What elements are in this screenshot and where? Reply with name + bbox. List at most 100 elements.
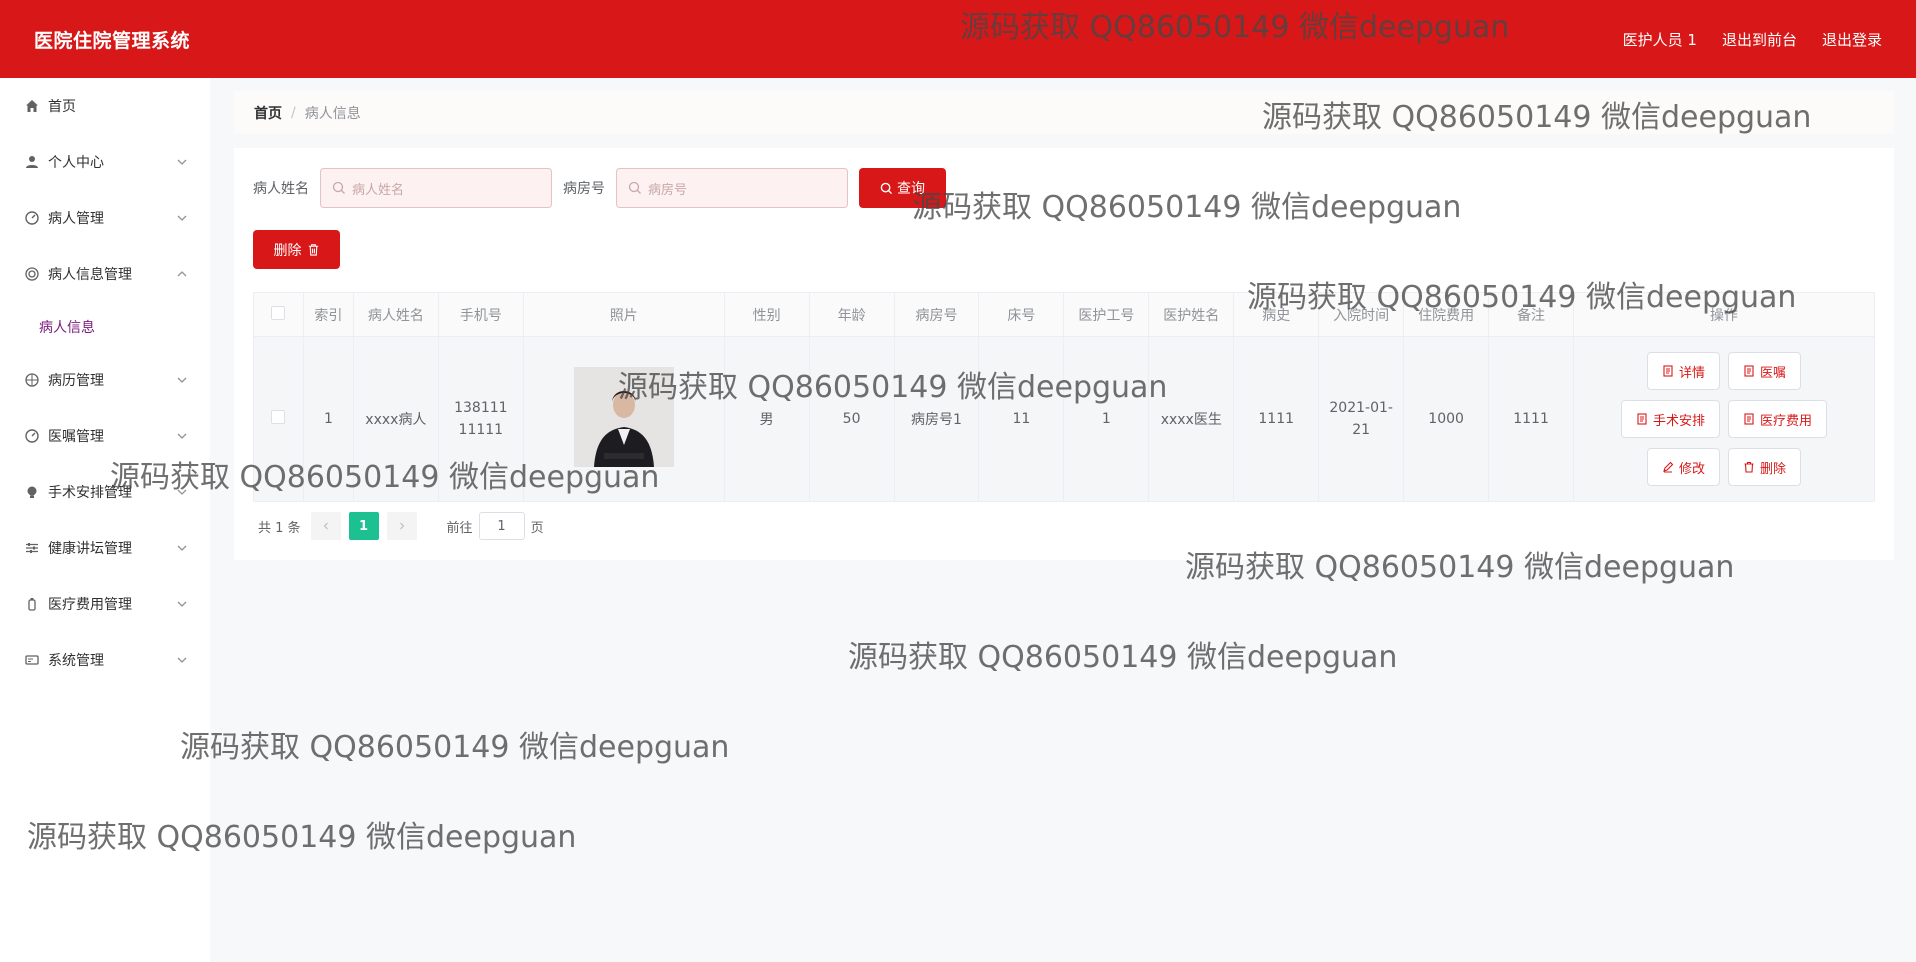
document-icon [1637, 413, 1647, 425]
batch-delete-button[interactable]: 删除 [253, 230, 340, 269]
sidebar-subitem-patient-info[interactable]: 病人信息 [0, 302, 210, 352]
surgery-arrange-button-label: 手术安排 [1653, 413, 1706, 429]
search-icon [332, 181, 345, 194]
table-header-row: 索引 病人姓名 手机号 照片 性别 年龄 病房号 床号 医护工号 医护姓名 病史… [253, 292, 1875, 337]
column-header[interactable]: 病史 [1233, 292, 1320, 337]
row-checkbox[interactable] [271, 410, 286, 424]
back-to-front-link[interactable]: 退出到前台 [1722, 29, 1797, 50]
content-card: 病人姓名 病人姓名 病房号 病房号 查询 删除 索引 病人姓名 手机号 照片 性… [234, 148, 1894, 560]
cell-note: 1111 [1488, 336, 1575, 502]
chevron-down-icon [177, 377, 187, 383]
user-icon [24, 154, 40, 170]
column-header[interactable]: 医护工号 [1063, 292, 1150, 337]
sidebar-item-home[interactable]: 首页 [0, 78, 210, 134]
goto-suffix: 页 [530, 520, 544, 536]
select-all-cell [253, 292, 304, 337]
pagination-total: 共 1 条 [258, 520, 301, 536]
column-header[interactable]: 病人姓名 [352, 292, 439, 337]
gauge-icon [24, 210, 40, 226]
name-search-input[interactable]: 病人姓名 [320, 168, 552, 208]
sidebar-item-patient-mgmt[interactable]: 病人管理 [0, 190, 210, 246]
gauge-icon [24, 428, 40, 444]
row-select-cell [253, 336, 304, 502]
actions-row: 详情 医嘱 [1647, 352, 1802, 390]
watermark-text: 源码获取 QQ86050149 微信deepguan [180, 730, 730, 765]
medical-order-button-label: 医嘱 [1760, 365, 1787, 381]
document-icon [1744, 413, 1754, 425]
search-icon [628, 181, 641, 194]
column-header[interactable]: 住院费用 [1403, 292, 1490, 337]
column-header[interactable]: 索引 [302, 292, 354, 337]
goto-page-input[interactable]: 1 [478, 512, 525, 540]
sidebar-item-surgery-mgmt[interactable]: 手术安排管理 [0, 464, 210, 520]
search-form: 病人姓名 病人姓名 病房号 病房号 查询 [253, 168, 946, 208]
table-row: 1 xxxx病人 13811111111 男 50 病房号1 11 1 xxxx… [253, 336, 1875, 502]
column-header[interactable]: 入院时间 [1318, 292, 1405, 337]
document-icon [1663, 365, 1673, 377]
patient-photo[interactable] [573, 367, 674, 467]
cell-staff-name: xxxx医生 [1148, 336, 1235, 502]
logout-link[interactable]: 退出登录 [1822, 29, 1882, 50]
cell-staff-id: 1 [1063, 336, 1150, 502]
sidebar-item-label: 个人中心 [48, 155, 104, 171]
column-header[interactable]: 手机号 [437, 292, 524, 337]
edit-button[interactable]: 修改 [1647, 448, 1721, 486]
cell-actions: 详情 医嘱 手术安排 医疗费用 修改 删除 [1573, 336, 1875, 502]
chevron-down-icon [177, 215, 187, 221]
name-search-placeholder: 病人姓名 [352, 182, 405, 198]
pagination: 共 1 条 1 前往 1 页 [258, 512, 544, 540]
goto-page: 前往 1 页 [447, 512, 544, 540]
medical-fee-button[interactable]: 医疗费用 [1728, 400, 1828, 438]
target-icon [24, 266, 40, 282]
column-header[interactable]: 病房号 [893, 292, 980, 337]
delete-row-button-label: 删除 [1760, 461, 1787, 477]
cell-room: 病房号1 [893, 336, 980, 502]
bulb-icon [24, 484, 40, 500]
sidebar-item-fee-mgmt[interactable]: 医疗费用管理 [0, 576, 210, 632]
column-header[interactable]: 照片 [522, 292, 725, 337]
bottle-icon [24, 596, 40, 612]
phone-text: 13811111111 [454, 400, 508, 438]
column-header[interactable]: 性别 [723, 292, 810, 337]
delete-row-button[interactable]: 删除 [1728, 448, 1802, 486]
chevron-down-icon [177, 545, 187, 551]
cell-fee: 1000 [1403, 336, 1490, 502]
chevron-down-icon [177, 657, 187, 663]
breadcrumb-home[interactable]: 首页 [254, 103, 282, 123]
sidebar-item-system-mgmt[interactable]: 系统管理 [0, 632, 210, 688]
cell-admit-date: 2021-01-21 [1318, 336, 1405, 502]
column-header[interactable]: 医护姓名 [1148, 292, 1235, 337]
chevron-left-icon [323, 522, 328, 530]
person-photo-icon [573, 367, 674, 467]
cell-bed: 11 [978, 336, 1065, 502]
sliders-icon [24, 540, 40, 556]
prev-page-button[interactable] [310, 512, 341, 540]
delete-button-label: 删除 [273, 242, 302, 259]
column-header[interactable]: 年龄 [808, 292, 895, 337]
next-page-button[interactable] [386, 512, 417, 540]
sidebar-item-label: 病人管理 [48, 211, 104, 227]
detail-button[interactable]: 详情 [1647, 352, 1721, 390]
medical-order-button[interactable]: 医嘱 [1728, 352, 1802, 390]
sidebar-item-orders-mgmt[interactable]: 医嘱管理 [0, 408, 210, 464]
chevron-up-icon [177, 271, 187, 277]
edit-icon [1663, 461, 1674, 473]
room-search-input[interactable]: 病房号 [616, 168, 848, 208]
page-number-current[interactable]: 1 [348, 512, 379, 540]
column-header[interactable]: 床号 [978, 292, 1065, 337]
app-title: 医院住院管理系统 [34, 29, 191, 52]
sidebar-item-label: 病人信息管理 [48, 267, 132, 283]
sidebar-item-health-forum-mgmt[interactable]: 健康讲坛管理 [0, 520, 210, 576]
current-user[interactable]: 医护人员 1 [1623, 29, 1697, 50]
cell-photo [522, 336, 725, 502]
column-header[interactable]: 备注 [1488, 292, 1575, 337]
sidebar-item-profile[interactable]: 个人中心 [0, 134, 210, 190]
sidebar-item-patient-info-mgmt[interactable]: 病人信息管理 [0, 246, 210, 302]
select-all-checkbox[interactable] [271, 305, 286, 320]
edit-button-label: 修改 [1679, 461, 1706, 477]
query-button[interactable]: 查询 [859, 168, 946, 208]
goto-prefix: 前往 [446, 520, 473, 536]
name-search-label: 病人姓名 [253, 181, 309, 197]
surgery-arrange-button[interactable]: 手术安排 [1621, 400, 1721, 438]
sidebar-item-records-mgmt[interactable]: 病历管理 [0, 352, 210, 408]
